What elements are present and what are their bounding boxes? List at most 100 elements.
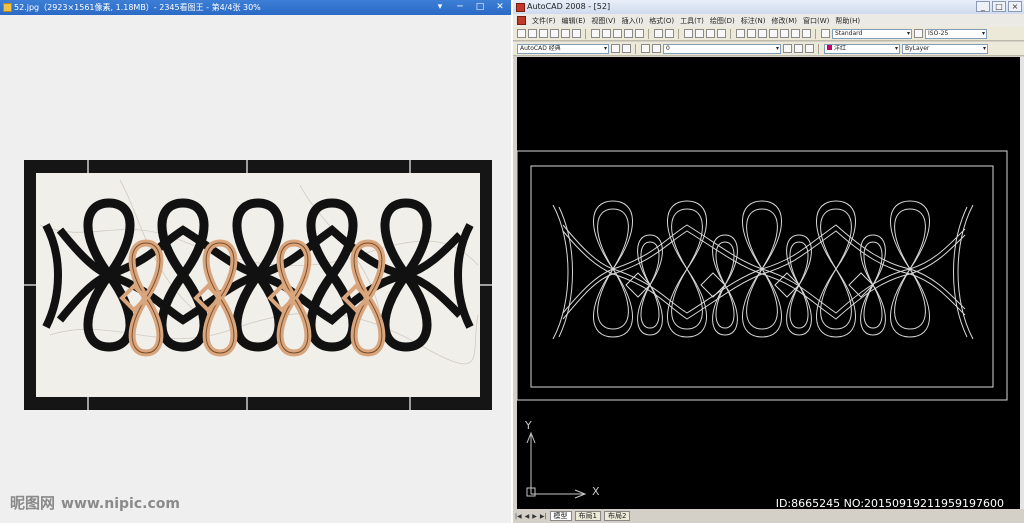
layer-manager-icon[interactable] [641,44,650,53]
magenta-swatch [827,44,832,50]
tab-next-icon[interactable]: ▶ [532,513,537,520]
pan-icon[interactable] [684,29,693,38]
menu-draw[interactable]: 绘图(D) [710,16,735,26]
properties-icon[interactable] [736,29,745,38]
menu-view[interactable]: 视图(V) [591,16,615,26]
menu-file[interactable]: 文件(F) [532,16,556,26]
design-center-icon[interactable] [747,29,756,38]
linetype-select[interactable]: ByLayer [902,43,988,54]
viewer-menu-button[interactable]: ▾ [431,1,449,14]
dim-style-select[interactable]: ISO-25 [925,28,987,39]
screen: 52.jpg（2923×1561像素, 1.18MB）- 2345看图王 - 第… [0,0,1024,523]
watermark-brand: 昵图网 [10,494,56,512]
markup-icon[interactable] [780,29,789,38]
model-space-canvas[interactable]: Y X [517,57,1021,509]
toolbar-separator [815,28,817,39]
viewer-app-icon [3,3,12,12]
layer-previous-icon[interactable] [794,44,803,53]
menu-insert[interactable]: 插入(I) [622,16,644,26]
undo-icon[interactable] [654,29,663,38]
make-layer-current-icon[interactable] [783,44,792,53]
preview-icon[interactable] [561,29,570,38]
layer-off-icon[interactable] [805,44,814,53]
menu-tools[interactable]: 工具(T) [680,16,704,26]
vertical-scrollbar[interactable] [1020,57,1024,509]
new-icon[interactable] [517,29,526,38]
cad-close-button[interactable]: × [1008,1,1022,12]
document-icon[interactable] [517,16,526,25]
viewer-title: 52.jpg（2923×1561像素, 1.18MB）- 2345看图王 - 第… [14,3,261,12]
workspace-settings-icon[interactable] [611,44,620,53]
viewer-close-button[interactable]: ✕ [491,1,509,14]
menu-window[interactable]: 窗口(W) [803,16,829,26]
toolbar-separator [730,28,732,39]
block-editor-icon[interactable] [635,29,644,38]
publish-icon[interactable] [572,29,581,38]
open-icon[interactable] [528,29,537,38]
dim-style-icon [914,29,923,38]
zoom-previous-icon[interactable] [717,29,726,38]
cad-crossing-bands [552,204,974,340]
watermark: 昵图网 www.nipic.com [10,492,180,513]
zoom-realtime-icon[interactable] [695,29,704,38]
save-icon[interactable] [539,29,548,38]
cad-window-controls: _ □ × [976,1,1022,12]
viewer-canvas[interactable] [0,15,511,523]
menu-dimension[interactable]: 标注(N) [741,16,766,26]
standard-toolbar: Standard ISO-25 [513,27,1024,41]
help-icon[interactable] [802,29,811,38]
viewer-maximize-button[interactable]: □ [471,1,489,14]
paste-icon[interactable] [613,29,622,38]
viewer-window-controls: ▾ ─ □ ✕ [431,1,509,14]
match-properties-icon[interactable] [624,29,633,38]
inner-boundary [530,165,994,388]
print-icon[interactable] [550,29,559,38]
toolbar-separator [818,43,820,54]
cad-restore-button[interactable]: □ [992,1,1006,12]
workspace-select[interactable]: AutoCAD 经典 [517,43,609,54]
tool-palettes-icon[interactable] [758,29,767,38]
toolbar-separator [585,28,587,39]
layer-select[interactable]: 0 [663,43,781,54]
sheet-set-icon[interactable] [769,29,778,38]
text-style-select[interactable]: Standard [832,28,912,39]
menu-format[interactable]: 格式(O) [649,16,674,26]
outer-boundary [517,150,1008,401]
watermark-url: www.nipic.com [61,496,180,512]
cad-menubar: 文件(F) 编辑(E) 视图(V) 插入(I) 格式(O) 工具(T) 绘图(D… [513,14,1024,27]
cad-titlebar[interactable]: AutoCAD 2008 - [52] _ □ × [513,0,1024,14]
cut-icon[interactable] [591,29,600,38]
tab-first-icon[interactable]: |◀ [515,513,522,520]
cad-small-loops [637,234,886,336]
menu-help[interactable]: 帮助(H) [835,16,860,26]
color-select[interactable]: 洋红 [824,43,900,54]
text-style-icon [821,29,830,38]
tab-layout2[interactable]: 布局2 [604,511,631,521]
layout-tabs: |◀ ◀ ▶ ▶| 模型 布局1 布局2 [513,509,1024,523]
viewer-minimize-button[interactable]: ─ [451,1,469,14]
quickcalc-icon[interactable] [791,29,800,38]
viewer-titlebar[interactable]: 52.jpg（2923×1561像素, 1.18MB）- 2345看图王 - 第… [0,0,511,15]
copy-icon[interactable] [602,29,611,38]
tab-last-icon[interactable]: ▶| [540,513,547,520]
workspace-save-icon[interactable] [622,44,631,53]
ucs-icon [526,431,587,499]
tab-prev-icon[interactable]: ◀ [525,513,530,520]
toolbar-separator [635,43,637,54]
ucs-y-label: Y [525,419,532,432]
menu-edit[interactable]: 编辑(E) [562,16,586,26]
toolbar-separator [678,28,680,39]
medallion-photo [24,160,492,410]
cad-minimize-button[interactable]: _ [976,1,990,12]
image-viewer-window: 52.jpg（2923×1561像素, 1.18MB）- 2345看图王 - 第… [0,0,511,523]
tab-model[interactable]: 模型 [549,511,572,521]
autocad-window: AutoCAD 2008 - [52] _ □ × 文件(F) 编辑(E) 视图… [513,0,1024,523]
color-value: 洋红 [834,44,847,52]
image-id-stamp: ID:8665245 NO:20150919211959197600 [775,497,1004,510]
menu-modify[interactable]: 修改(M) [771,16,797,26]
tab-layout1[interactable]: 布局1 [574,511,601,521]
cad-title: AutoCAD 2008 - [52] [527,2,611,11]
redo-icon[interactable] [665,29,674,38]
autocad-app-icon [516,3,525,12]
zoom-window-icon[interactable] [706,29,715,38]
